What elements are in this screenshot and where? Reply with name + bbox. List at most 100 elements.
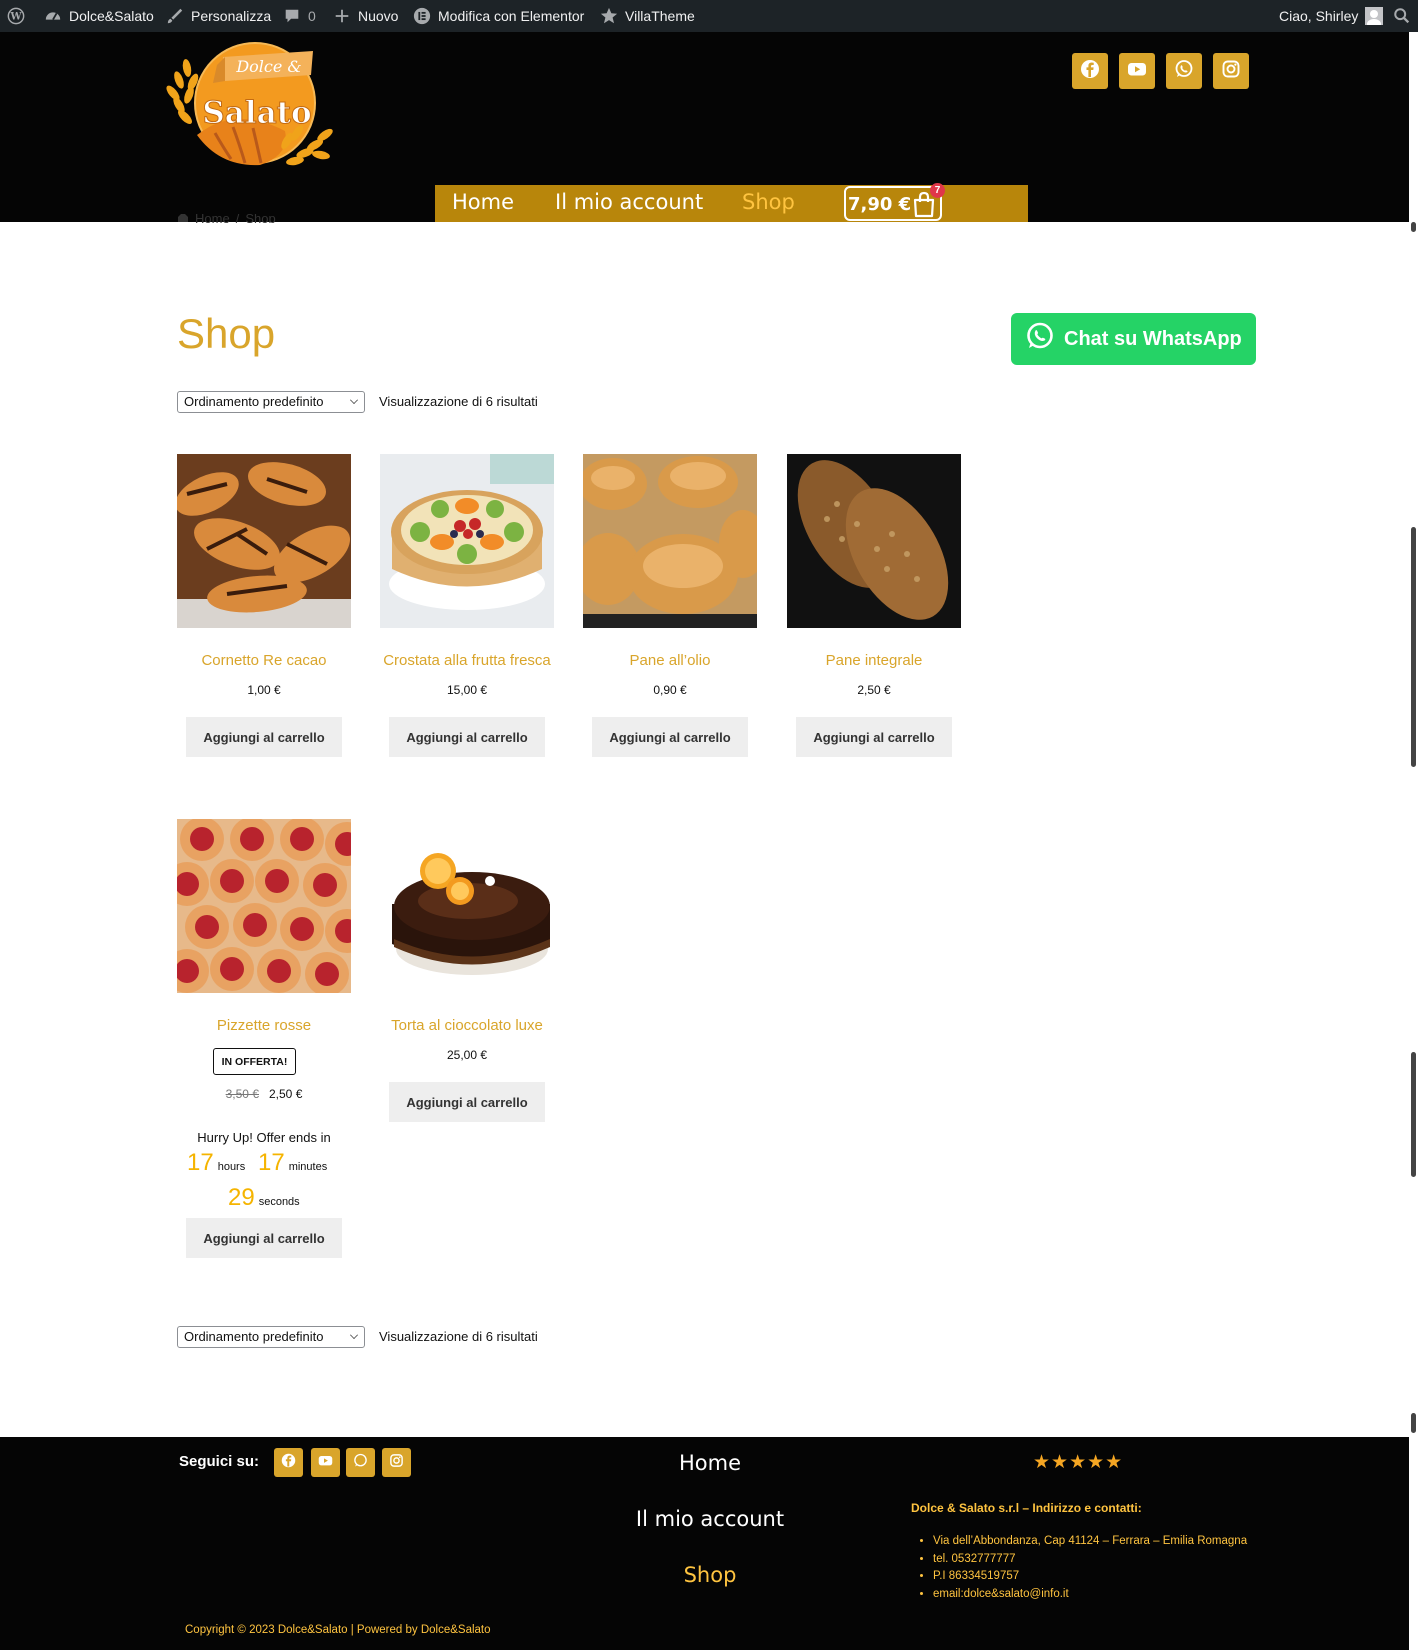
- main-navigation: Home Il mio account Shop 7,90 € 7: [435, 183, 1028, 222]
- add-to-cart-button[interactable]: Aggiungi al carrello: [186, 1218, 342, 1258]
- orderby-selected: Ordinamento predefinito: [184, 1329, 324, 1344]
- product-price: 2,50 €: [857, 683, 891, 697]
- footer-instagram-link[interactable]: [382, 1448, 411, 1477]
- contact-email[interactable]: email:dolce&salato@info.it: [933, 1586, 1263, 1604]
- orderby-select-bottom[interactable]: Ordinamento predefinito: [177, 1326, 365, 1348]
- whatsapp-chat-button[interactable]: Chat su WhatsApp: [1011, 313, 1256, 365]
- product-image-crostata[interactable]: [380, 454, 554, 628]
- contact-list: Via dell’Abbondanza, Cap 41124 – Ferrara…: [933, 1533, 1263, 1603]
- youtube-icon: [318, 1453, 333, 1473]
- cart-button[interactable]: 7,90 € 7: [844, 183, 945, 221]
- footer-nav-home[interactable]: Home: [600, 1451, 820, 1475]
- footer-whatsapp-link[interactable]: [346, 1448, 375, 1477]
- site-header: Dolce & Salato Home Il mio account Shop …: [0, 32, 1418, 222]
- villatheme-link[interactable]: VillaTheme: [600, 0, 695, 32]
- plus-icon: [333, 7, 351, 25]
- product-image-pizzette[interactable]: [177, 819, 351, 993]
- chevron-down-icon: [350, 1331, 358, 1339]
- nav-home[interactable]: Home: [452, 190, 514, 214]
- contact-vat: P.I 86334519757: [933, 1568, 1263, 1586]
- scrollbar-thumb[interactable]: [1411, 1413, 1416, 1433]
- product-title[interactable]: Pane all’olio: [573, 652, 767, 669]
- home-icon: [177, 214, 189, 223]
- product-image-pane-integrale[interactable]: [787, 454, 961, 628]
- whatsapp-chat-label: Chat su WhatsApp: [1064, 327, 1242, 350]
- footer-nav-shop[interactable]: Shop: [600, 1563, 820, 1587]
- add-to-cart-button[interactable]: Aggiungi al carrello: [796, 717, 952, 757]
- product-card: Torta al cioccolato luxe 25,00 € Aggiung…: [370, 819, 574, 1122]
- youtube-link[interactable]: [1119, 53, 1155, 89]
- logo-text-top: Dolce &: [235, 57, 301, 76]
- whatsapp-icon: [1025, 321, 1055, 357]
- product-title[interactable]: Cornetto Re cacao: [167, 652, 361, 669]
- search-icon: [1393, 7, 1411, 25]
- svg-text:W: W: [9, 12, 22, 23]
- product-image-torta-cioccolato[interactable]: [380, 819, 554, 993]
- footer-nav-my-account[interactable]: Il mio account: [600, 1507, 820, 1531]
- facebook-link[interactable]: [1072, 53, 1108, 89]
- countdown-hours: 17 hours: [187, 1149, 245, 1177]
- product-image-pane-olio[interactable]: [583, 454, 757, 628]
- countdown-minutes-value: 17: [258, 1149, 285, 1176]
- breadcrumb: Home / Shop: [177, 214, 276, 223]
- villatheme-label: VillaTheme: [625, 8, 695, 24]
- product-title[interactable]: Pizzette rosse: [167, 1017, 361, 1034]
- countdown-seconds-value: 29: [228, 1184, 255, 1211]
- search-button[interactable]: [1393, 0, 1411, 32]
- instagram-icon: [1221, 59, 1241, 84]
- countdown-message: Hurry Up! Offer ends in: [197, 1130, 331, 1145]
- footer-facebook-link[interactable]: [274, 1448, 303, 1477]
- new-content-link[interactable]: Nuovo: [333, 0, 398, 32]
- nav-shop[interactable]: Shop: [742, 190, 795, 214]
- product-price: 25,00 €: [446, 1048, 488, 1062]
- site-logo[interactable]: Dolce & Salato: [165, 35, 337, 173]
- comments-count: 0: [308, 8, 316, 24]
- page-scrollbar[interactable]: [1409, 32, 1418, 1650]
- breadcrumb-current: Shop: [245, 214, 276, 223]
- my-account-menu[interactable]: Ciao, Shirley: [1279, 0, 1384, 32]
- elementor-edit-link[interactable]: Modifica con Elementor: [413, 0, 584, 32]
- scrollbar-thumb[interactable]: [1411, 1052, 1416, 1177]
- orderby-select-top[interactable]: Ordinamento predefinito: [177, 391, 365, 413]
- countdown-seconds: 29 seconds: [228, 1184, 300, 1212]
- copyright: Copyright © 2023 Dolce&Salato | Powered …: [185, 1624, 491, 1636]
- product-title[interactable]: Pane integrale: [777, 652, 971, 669]
- page-title: Shop: [177, 310, 276, 357]
- footer-youtube-link[interactable]: [311, 1448, 340, 1477]
- youtube-icon: [1127, 59, 1147, 84]
- countdown-minutes: 17 minutes: [258, 1149, 327, 1177]
- whatsapp-link[interactable]: [1166, 53, 1202, 89]
- add-to-cart-button[interactable]: Aggiungi al carrello: [186, 717, 342, 757]
- dashboard-icon: [44, 7, 62, 25]
- product-title[interactable]: Crostata alla frutta fresca: [370, 652, 564, 669]
- comments-link[interactable]: 0: [283, 0, 316, 32]
- product-card: Cornetto Re cacao 1,00 € Aggiungi al car…: [167, 454, 371, 757]
- site-name-link[interactable]: Dolce&Salato: [44, 0, 154, 32]
- instagram-link[interactable]: [1213, 53, 1249, 89]
- cart-total: 7,90 €: [848, 194, 912, 215]
- site-footer: Seguici su: Home Il mio account Shop ★★★…: [0, 1437, 1418, 1650]
- nav-my-account[interactable]: Il mio account: [555, 190, 703, 214]
- new-label: Nuovo: [358, 8, 399, 24]
- add-to-cart-button[interactable]: Aggiungi al carrello: [389, 1082, 545, 1122]
- product-price: 0,90 €: [653, 683, 687, 697]
- breadcrumb-home-link[interactable]: Home: [195, 214, 230, 223]
- scrollbar-thumb[interactable]: [1411, 527, 1416, 767]
- elementor-label: Modifica con Elementor: [438, 8, 585, 24]
- contact-address: Via dell’Abbondanza, Cap 41124 – Ferrara…: [933, 1533, 1263, 1551]
- rating-stars: ★★★★★: [1033, 1452, 1124, 1473]
- customize-link[interactable]: Personalizza: [166, 0, 271, 32]
- follow-label: Seguici su:: [179, 1453, 260, 1470]
- product-image-cornetto[interactable]: [177, 454, 351, 628]
- breadcrumb-separator: /: [235, 214, 240, 223]
- add-to-cart-button[interactable]: Aggiungi al carrello: [389, 717, 545, 757]
- add-to-cart-button[interactable]: Aggiungi al carrello: [592, 717, 748, 757]
- product-title[interactable]: Torta al cioccolato luxe: [370, 1017, 564, 1034]
- wordpress-logo-button[interactable]: W: [7, 0, 25, 32]
- logo-text-bottom: Salato: [202, 95, 311, 131]
- greeting: Ciao, Shirley: [1279, 8, 1359, 24]
- scrollbar-thumb[interactable]: [1411, 222, 1416, 232]
- comment-icon: [283, 7, 301, 25]
- product-price: 3,50 € 2,50 €: [167, 1087, 361, 1101]
- cart-count-badge: 7: [930, 183, 945, 198]
